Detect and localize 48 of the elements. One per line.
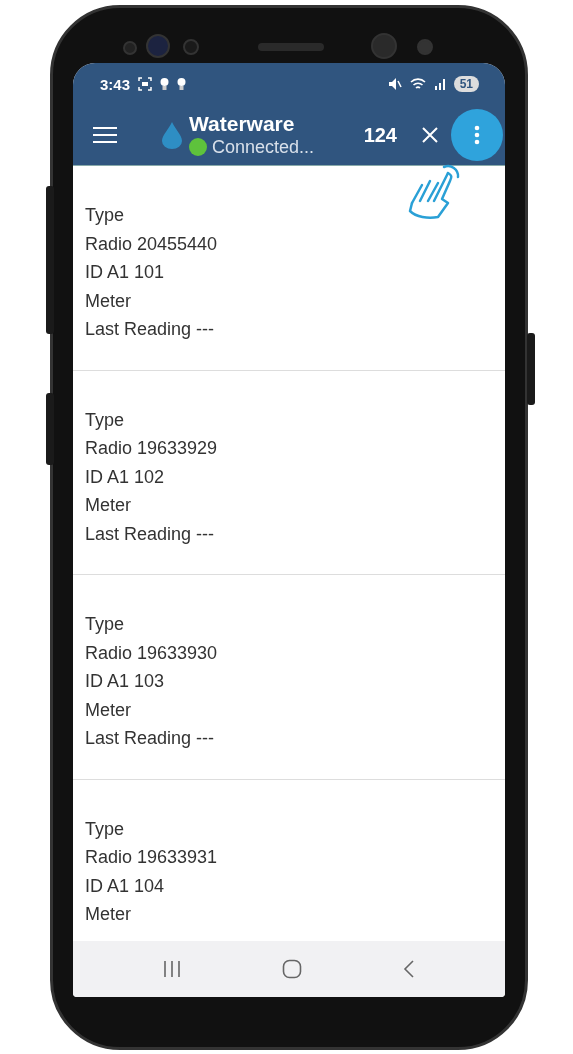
more-options-button[interactable] (451, 109, 503, 161)
home-icon[interactable] (282, 959, 302, 979)
item-detail-text: ID A1 104 (85, 874, 166, 898)
speaker-grille (258, 43, 324, 51)
item-detail-text: Meter (85, 698, 132, 722)
signal-icon (433, 78, 446, 90)
menu-button[interactable] (93, 126, 117, 144)
item-detail-text: Last Reading --- (85, 318, 216, 341)
sensor-icon (123, 41, 137, 55)
status-dot (189, 138, 207, 156)
sensor-icon (183, 39, 199, 55)
back-icon[interactable] (402, 960, 415, 978)
item-detail-text: Meter (85, 494, 132, 517)
item-detail-text: Radio 19633931 (85, 846, 219, 869)
item-detail-text: Type (85, 204, 126, 227)
item-detail-text: Radio 20455440 (85, 232, 219, 256)
meter-list-item[interactable]: Type Radio 19633929 ID A1 102 Meter Last Reading --- (73, 370, 505, 575)
bulb-icon (160, 77, 170, 91)
mute-icon (387, 77, 402, 91)
item-detail-text: Meter (85, 903, 132, 926)
sensor-icon (417, 39, 433, 55)
camera-icon (371, 33, 397, 59)
item-detail-text: Last Reading --- (85, 522, 216, 546)
battery-level: 51 (453, 76, 479, 92)
connection-status: Connected... (212, 136, 315, 158)
item-detail-text: Type (85, 408, 126, 432)
bulb-icon (177, 77, 187, 91)
item-detail-text: ID A1 103 (85, 670, 166, 693)
recent-apps-icon[interactable] (163, 961, 182, 977)
meter-list-item[interactable]: Type Radio 20455440 ID A1 101 Meter Last Reading --- (73, 166, 505, 371)
status-time: 3:43 (100, 75, 131, 93)
screenshot-icon (138, 77, 153, 91)
more-vertical-icon (474, 125, 480, 145)
item-detail-text: Type (85, 613, 126, 636)
app-title: Waterware (189, 112, 296, 136)
item-detail-text: ID A1 102 (85, 465, 166, 489)
water-drop-icon (161, 121, 183, 149)
meter-list-item[interactable]: Type Radio 19633930 ID A1 103 Meter Last Reading --- (73, 575, 505, 780)
item-detail-text: Type (85, 817, 126, 841)
sensor-icon (146, 34, 170, 58)
item-detail-text: Meter (85, 289, 132, 313)
item-detail-text: Radio 19633929 (85, 437, 219, 460)
item-count: 124 (363, 123, 397, 147)
item-detail-text: ID A1 101 (85, 261, 166, 284)
item-detail-text: Last Reading --- (85, 727, 216, 750)
item-detail-text: Radio 19633930 (85, 641, 219, 665)
close-button[interactable] (421, 126, 439, 144)
wifi-icon (409, 77, 426, 91)
